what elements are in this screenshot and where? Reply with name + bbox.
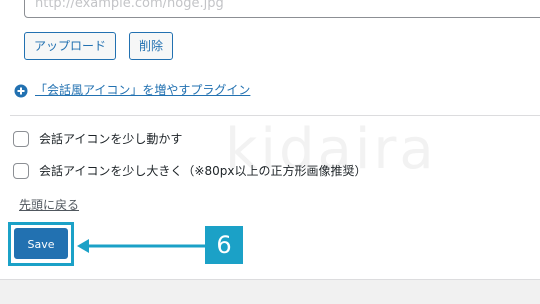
save-button[interactable]: Save [14,228,68,259]
option-row-move-icon[interactable]: 会話アイコンを少し動かす [13,131,182,147]
delete-button[interactable]: 削除 [129,32,174,60]
add-icons-plugin-link[interactable]: 「会話風アイコン」を増やすプラグイン [14,82,250,98]
plugin-link-label: 「会話風アイコン」を増やすプラグイン [35,83,251,97]
image-url-input[interactable] [24,0,540,18]
enlarge-icon-checkbox[interactable] [13,163,29,179]
move-icon-label: 会話アイコンを少し動かす [39,132,183,146]
section-divider [10,115,540,116]
option-row-enlarge-icon[interactable]: 会話アイコンを少し大きく（※80px以上の正方形画像推奨） [13,163,366,179]
upload-button[interactable]: アップロード [24,32,117,60]
plus-circle-icon [14,83,28,98]
move-icon-checkbox[interactable] [13,131,29,147]
settings-panel: アップロード 削除 「会話風アイコン」を増やすプラグイン kidaira 会話ア… [0,0,540,280]
back-to-top-link[interactable]: 先頭に戻る [19,196,79,213]
enlarge-icon-label: 会話アイコンを少し大きく（※80px以上の正方形画像推奨） [39,164,367,178]
pointer-arrow-icon [77,239,207,253]
step-number-badge: 6 [205,226,243,264]
